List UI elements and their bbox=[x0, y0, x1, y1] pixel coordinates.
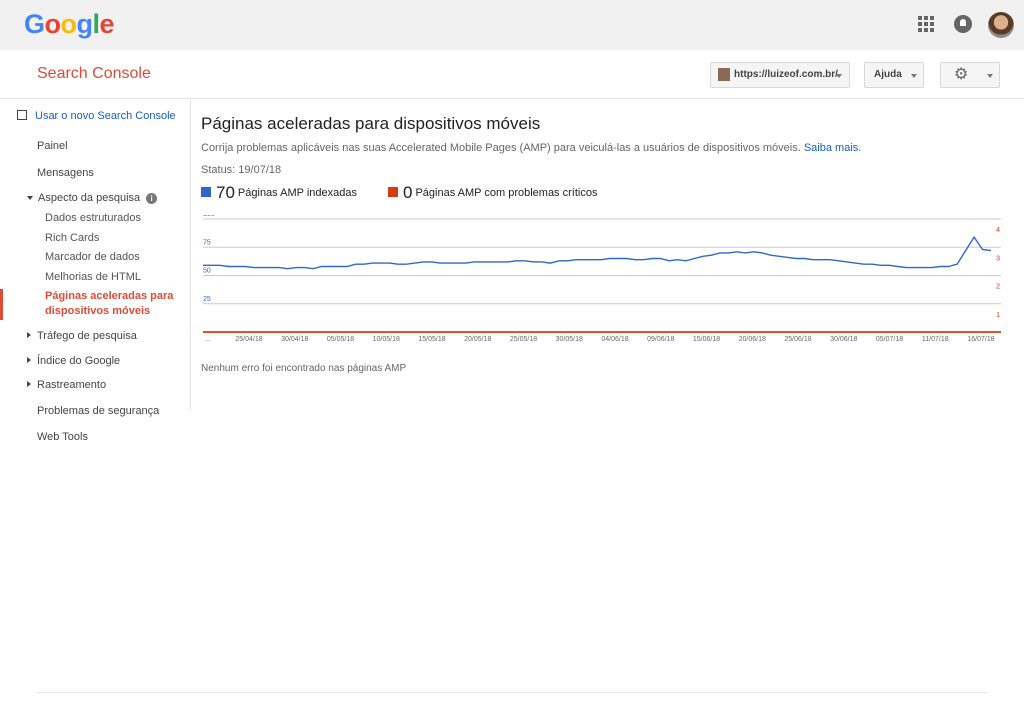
property-label: https://luizeof.com.br/ bbox=[734, 69, 838, 80]
x-tick-label: 04/06/18 bbox=[601, 336, 628, 343]
expand-right-icon bbox=[27, 381, 31, 387]
help-label: Ajuda bbox=[874, 69, 902, 80]
no-errors-note: Nenhum erro foi encontrado nas páginas A… bbox=[201, 363, 407, 374]
indexed-label: Páginas AMP indexadas bbox=[237, 187, 357, 199]
x-tick-label: 25/04/18 bbox=[235, 336, 262, 343]
external-link-icon bbox=[17, 110, 27, 120]
expand-right-icon bbox=[27, 332, 31, 338]
sidebar-item-indice[interactable]: Índice do Google bbox=[27, 355, 120, 367]
sidebar-item-web-tools[interactable]: Web Tools bbox=[37, 431, 88, 443]
amp-pages-chart[interactable]: 100 4 75 3 50 2 25 1... 25/04/18 30/04/18 05/05/18… bbox=[201, 215, 1003, 355]
expand-right-icon bbox=[27, 357, 31, 363]
chevron-down-icon bbox=[836, 74, 842, 78]
sidebar-item-melhorias-html[interactable]: Melhorias de HTML bbox=[45, 271, 141, 283]
gear-icon: ⚙ bbox=[954, 66, 969, 83]
sidebar-item-rastreamento[interactable]: Rastreamento bbox=[27, 379, 106, 391]
chevron-down-icon bbox=[987, 74, 993, 78]
legend-indexed[interactable]: 70 Páginas AMP indexadas bbox=[201, 183, 357, 203]
info-icon[interactable]: i bbox=[146, 193, 158, 204]
x-tick-label: 25/05/18 bbox=[510, 336, 537, 343]
x-tick-label: 15/06/18 bbox=[693, 336, 720, 343]
new-console-link[interactable]: Usar o novo Search Console bbox=[17, 110, 176, 122]
settings-button[interactable]: ⚙ bbox=[940, 62, 1000, 88]
notifications-icon[interactable] bbox=[954, 15, 972, 33]
x-tick-label: 30/04/18 bbox=[281, 336, 308, 343]
y-left-tick-label: 100 bbox=[203, 215, 215, 218]
indexed-count: 70 bbox=[216, 183, 235, 202]
sidebar-item-aspecto[interactable]: Aspecto da pesquisa i bbox=[27, 192, 158, 204]
sidebar-item-aspecto-label: Aspecto da pesquisa bbox=[38, 192, 141, 204]
sidebar-item-rich-cards[interactable]: Rich Cards bbox=[45, 232, 99, 244]
x-tick-label: 20/06/18 bbox=[739, 336, 766, 343]
sidebar-item-problemas-seguranca[interactable]: Problemas de segurança bbox=[37, 405, 159, 417]
y-left-tick-label: 25 bbox=[203, 296, 211, 303]
y-right-tick-label: 2 bbox=[996, 284, 1000, 291]
google-logo[interactable]: Google bbox=[24, 9, 115, 40]
sidebar-item-trafego-label: Tráfego de pesquisa bbox=[37, 330, 137, 342]
x-tick-label: 25/06/18 bbox=[784, 336, 811, 343]
x-tick-label: 05/07/18 bbox=[876, 336, 903, 343]
sidebar: Usar o novo Search Console Painel Mensag… bbox=[0, 99, 191, 411]
account-avatar[interactable] bbox=[988, 12, 1014, 38]
chevron-down-icon bbox=[911, 74, 917, 78]
x-tick-label: ... bbox=[205, 336, 211, 343]
sidebar-item-indice-label: Índice do Google bbox=[37, 355, 121, 367]
legend-critical[interactable]: 0 Páginas AMP com problemas críticos bbox=[388, 183, 597, 203]
status-date: Status: 19/07/18 bbox=[201, 164, 282, 176]
sidebar-item-dados-estruturados[interactable]: Dados estruturados bbox=[45, 212, 141, 224]
sidebar-item-mensagens[interactable]: Mensagens bbox=[37, 167, 94, 179]
apps-grid-icon[interactable] bbox=[918, 16, 934, 32]
sidebar-item-marcador[interactable]: Marcador de dados bbox=[45, 251, 140, 263]
page-description: Corrija problemas aplicáveis nas suas Ac… bbox=[201, 142, 861, 154]
x-tick-label: 15/05/18 bbox=[418, 336, 445, 343]
critical-label: Páginas AMP com problemas críticos bbox=[415, 187, 598, 199]
sidebar-item-amp[interactable]: Páginas aceleradas para dispositivos móv… bbox=[45, 289, 185, 319]
legend-swatch-blue bbox=[201, 187, 211, 197]
series-line-indexed bbox=[203, 235, 992, 270]
critical-count: 0 bbox=[403, 183, 413, 202]
app-title[interactable]: Search Console bbox=[37, 65, 151, 83]
x-tick-label: 09/06/18 bbox=[647, 336, 674, 343]
y-right-tick-label: 4 bbox=[996, 227, 1000, 234]
sidebar-item-painel[interactable]: Painel bbox=[37, 140, 68, 152]
description-text: Corrija problemas aplicáveis nas suas Ac… bbox=[201, 142, 801, 154]
help-button[interactable]: Ajuda bbox=[864, 62, 924, 88]
legend-swatch-red bbox=[388, 187, 398, 197]
new-console-label: Usar o novo Search Console bbox=[35, 110, 176, 122]
site-favicon-icon bbox=[718, 68, 730, 81]
google-bar: Google bbox=[0, 0, 1024, 50]
x-tick-label: 30/05/18 bbox=[556, 336, 583, 343]
x-tick-label: 05/05/18 bbox=[327, 336, 354, 343]
x-tick-label: 20/05/18 bbox=[464, 336, 491, 343]
expand-down-icon bbox=[27, 196, 33, 200]
x-tick-label: 30/06/18 bbox=[830, 336, 857, 343]
learn-more-link[interactable]: Saiba mais. bbox=[804, 142, 861, 154]
x-tick-label: 16/07/18 bbox=[967, 336, 994, 343]
footer-divider bbox=[37, 692, 987, 693]
y-left-tick-label: 50 bbox=[203, 268, 211, 275]
page-title: Páginas aceleradas para dispositivos móv… bbox=[201, 114, 541, 133]
active-indicator bbox=[0, 289, 3, 320]
x-tick-label: 10/05/18 bbox=[373, 336, 400, 343]
x-tick-label: 11/07/18 bbox=[922, 336, 949, 343]
sidebar-item-trafego[interactable]: Tráfego de pesquisa bbox=[27, 330, 137, 342]
y-right-tick-label: 3 bbox=[996, 255, 1000, 262]
y-right-tick-label: 1 bbox=[996, 312, 1000, 319]
property-selector[interactable]: https://luizeof.com.br/ bbox=[710, 62, 850, 88]
y-left-tick-label: 75 bbox=[203, 239, 211, 246]
sidebar-item-rastreamento-label: Rastreamento bbox=[37, 379, 107, 391]
